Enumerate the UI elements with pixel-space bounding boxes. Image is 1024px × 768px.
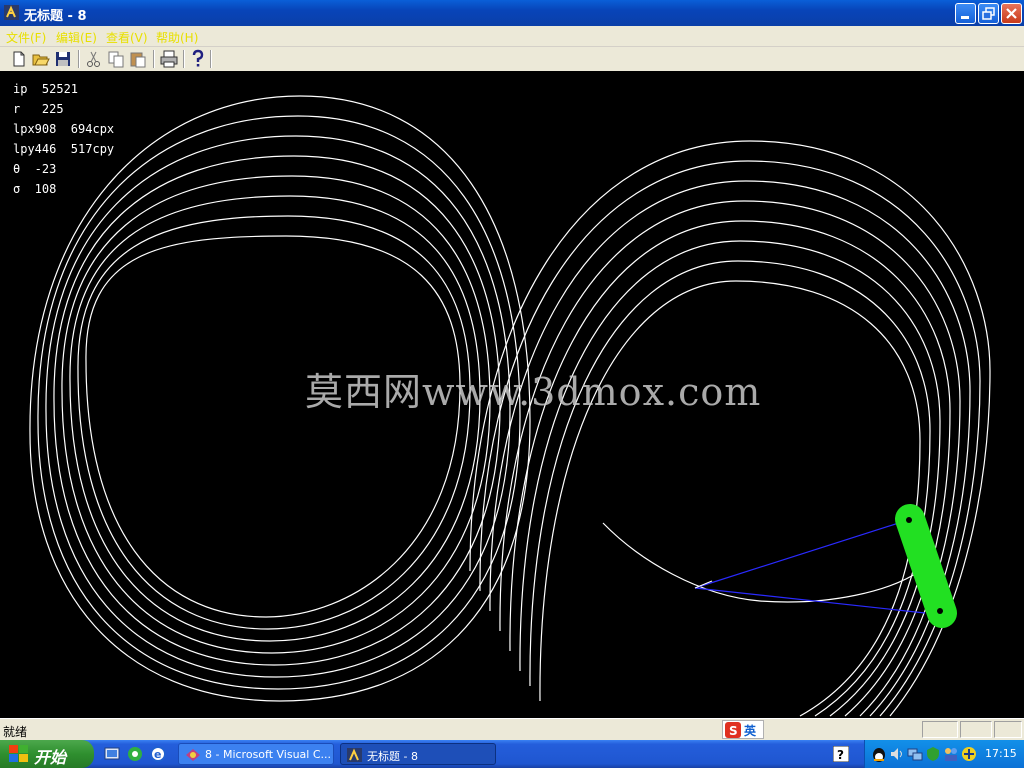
right-loop	[499, 200, 961, 717]
readout-ip: ip 52521	[13, 82, 79, 96]
cut-icon[interactable]	[84, 49, 104, 69]
network-icon[interactable]	[907, 746, 923, 762]
minimize-button[interactable]	[955, 3, 976, 24]
menu-file[interactable]: 文件(F)	[6, 29, 46, 46]
new-file-icon[interactable]	[9, 49, 29, 69]
show-desktop-icon[interactable]	[103, 745, 121, 763]
right-loop	[529, 260, 931, 717]
clock[interactable]: 17:15	[985, 747, 1017, 760]
task-label: 8 - Microsoft Visual C...	[205, 748, 332, 761]
svg-text:S: S	[729, 724, 738, 738]
save-icon[interactable]	[53, 49, 73, 69]
app-icon	[347, 748, 362, 762]
menu-help[interactable]: 帮助(H)	[156, 29, 198, 46]
system-tray: 17:15	[864, 740, 1024, 768]
minimize-icon	[961, 16, 969, 19]
capsule-pin	[937, 608, 943, 614]
close-icon	[1006, 8, 1017, 19]
antivirus-icon[interactable]	[961, 746, 977, 762]
right-loop	[519, 240, 941, 717]
toolbar-separator	[153, 50, 155, 68]
menu-bar: 文件(F) 编辑(E) 查看(V) 帮助(H)	[0, 26, 1024, 47]
task-app-window[interactable]: 无标题 - 8	[340, 743, 496, 765]
readout-lpx: lpx908 694cpx	[13, 122, 115, 136]
start-label: 开始	[34, 748, 67, 767]
readout-sigma: σ 108	[13, 182, 57, 196]
internet-explorer-icon[interactable]: e	[149, 745, 167, 763]
users-icon[interactable]	[943, 746, 959, 762]
left-loop	[77, 215, 471, 630]
security-shield-icon[interactable]	[925, 746, 941, 762]
title-bar[interactable]: 无标题 - 8	[0, 0, 1024, 26]
restore-icon	[982, 7, 995, 20]
menu-edit[interactable]: 编辑(E)	[56, 29, 97, 46]
status-pane	[922, 721, 958, 738]
right-loop-group	[469, 140, 991, 717]
link-line	[694, 587, 926, 614]
restore-button[interactable]	[978, 3, 999, 24]
right-loop	[539, 280, 921, 717]
status-text: 就绪	[3, 725, 28, 739]
left-loop	[69, 195, 481, 642]
windows-logo-icon	[9, 745, 28, 762]
right-loop-inner	[602, 522, 921, 603]
watermark: 莫西网www.3dmox.com	[305, 370, 762, 414]
capsule-body	[895, 504, 957, 628]
drawing-canvas[interactable]: ip 52521 r 225 lpx908 694cpx lpy446 517c…	[0, 71, 1024, 718]
toolbar-separator	[210, 50, 212, 68]
svg-text:?: ?	[837, 748, 844, 762]
volume-icon[interactable]	[889, 746, 905, 762]
svg-text:e: e	[154, 748, 161, 761]
start-button[interactable]: 开始	[0, 740, 94, 768]
link-line	[694, 520, 906, 589]
app-icon	[4, 5, 19, 20]
browser-icon[interactable]	[126, 745, 144, 763]
readout-lpy: lpy446 517cpy	[13, 142, 115, 156]
copy-icon[interactable]	[106, 49, 126, 69]
close-button[interactable]	[1001, 3, 1022, 24]
help-tray-icon[interactable]: ?	[833, 746, 849, 762]
status-pane	[994, 721, 1022, 738]
sogou-icon: S	[725, 722, 741, 738]
pivot-stub	[694, 580, 713, 589]
qq-penguin-icon[interactable]	[871, 746, 887, 762]
menu-view[interactable]: 查看(V)	[106, 29, 148, 46]
window-title: 无标题 - 8	[24, 9, 87, 24]
print-icon[interactable]	[159, 49, 179, 69]
task-visual-cpp[interactable]: 8 - Microsoft Visual C...	[178, 743, 334, 765]
readout-theta: θ -23	[13, 162, 57, 176]
paste-icon[interactable]	[128, 49, 148, 69]
ime-label: 英	[744, 724, 757, 738]
left-loop	[85, 235, 461, 618]
right-loop	[479, 160, 981, 717]
status-pane	[960, 721, 992, 738]
toolbar-separator	[183, 50, 185, 68]
ime-indicator[interactable]: S 英	[722, 720, 764, 739]
task-label: 无标题 - 8	[367, 750, 418, 763]
visual-cpp-icon	[186, 749, 200, 761]
toolbar	[0, 47, 1024, 72]
help-icon[interactable]	[188, 49, 208, 69]
toolbar-separator	[78, 50, 80, 68]
readout-r: r 225	[13, 102, 64, 116]
capsule-pin	[906, 517, 912, 523]
right-loop	[469, 140, 991, 717]
status-bar: 就绪 S 英	[0, 718, 1024, 741]
open-folder-icon[interactable]	[31, 49, 51, 69]
taskbar: 开始 e 8 - Microsoft Visual C... 无标题 - 8 ?	[0, 740, 1024, 768]
